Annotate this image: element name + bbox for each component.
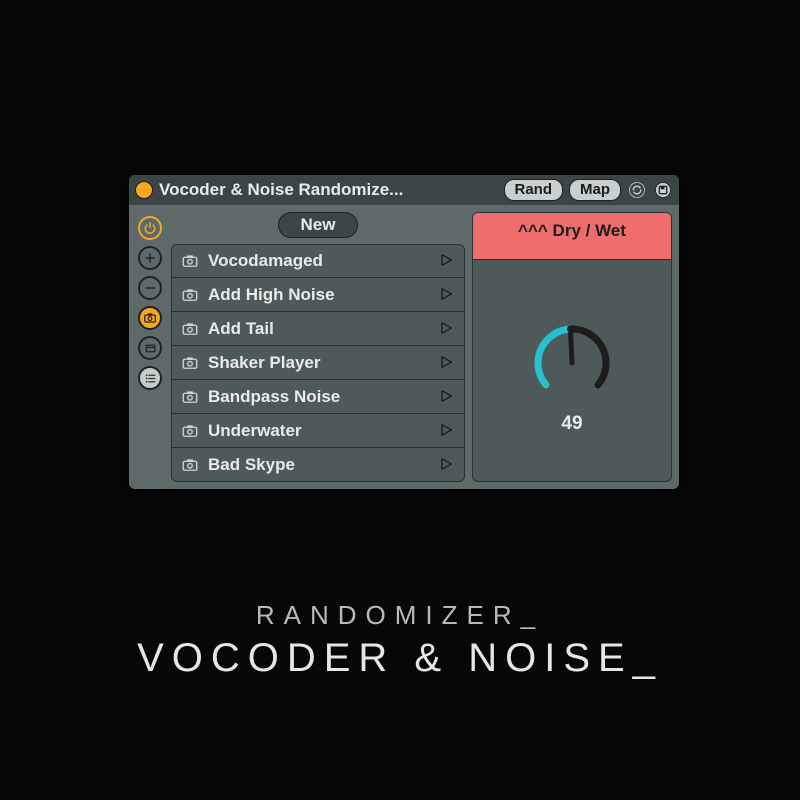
add-icon[interactable] bbox=[138, 246, 162, 270]
power-icon[interactable] bbox=[138, 216, 162, 240]
preset-label: Bad Skype bbox=[208, 455, 430, 475]
device-body: New Vocodamaged Add High Noise Add Tail Sha… bbox=[129, 205, 679, 489]
window-icon[interactable] bbox=[138, 336, 162, 360]
map-button[interactable]: Map bbox=[569, 179, 621, 201]
preset-label: Add Tail bbox=[208, 319, 430, 339]
snapshot-icon bbox=[180, 353, 200, 373]
preset-label: Bandpass Noise bbox=[208, 387, 430, 407]
caption-small: RANDOMIZER_ bbox=[0, 600, 800, 631]
sidebar bbox=[136, 212, 164, 482]
camera-icon[interactable] bbox=[138, 306, 162, 330]
preset-label: Vocodamaged bbox=[208, 251, 430, 271]
snapshot-icon bbox=[180, 285, 200, 305]
save-icon[interactable] bbox=[653, 180, 673, 200]
preset-row[interactable]: Add High Noise bbox=[171, 278, 465, 312]
preset-row[interactable]: Bad Skype bbox=[171, 448, 465, 482]
play-icon[interactable] bbox=[438, 354, 456, 372]
new-preset-button[interactable]: New bbox=[278, 212, 359, 238]
device-activator-dot[interactable] bbox=[135, 181, 153, 199]
device-title: Vocoder & Noise Randomize... bbox=[159, 180, 498, 200]
snapshot-icon bbox=[180, 319, 200, 339]
device-window: Vocoder & Noise Randomize... Rand Map bbox=[129, 175, 679, 489]
list-icon[interactable] bbox=[138, 366, 162, 390]
preset-list: Vocodamaged Add High Noise Add Tail Shaker … bbox=[171, 244, 465, 482]
title-bar: Vocoder & Noise Randomize... Rand Map bbox=[129, 175, 679, 205]
macro-header: ^^^ Dry / Wet bbox=[473, 213, 671, 260]
snapshot-icon bbox=[180, 421, 200, 441]
knob-area: 49 bbox=[473, 260, 671, 481]
preset-column: New Vocodamaged Add High Noise Add Tail Sha… bbox=[171, 212, 465, 482]
rand-button[interactable]: Rand bbox=[504, 179, 564, 201]
dry-wet-knob[interactable] bbox=[524, 315, 620, 411]
snapshot-icon bbox=[180, 455, 200, 475]
play-icon[interactable] bbox=[438, 388, 456, 406]
refresh-icon[interactable] bbox=[627, 180, 647, 200]
remove-icon[interactable] bbox=[138, 276, 162, 300]
macro-panel: ^^^ Dry / Wet 49 bbox=[472, 212, 672, 482]
dry-wet-value: 49 bbox=[561, 413, 582, 435]
play-icon[interactable] bbox=[438, 286, 456, 304]
play-icon[interactable] bbox=[438, 422, 456, 440]
preset-row[interactable]: Underwater bbox=[171, 414, 465, 448]
play-icon[interactable] bbox=[438, 252, 456, 270]
caption-big: VOCODER & NOISE_ bbox=[0, 636, 800, 681]
preset-row[interactable]: Vocodamaged bbox=[171, 244, 465, 278]
snapshot-icon bbox=[180, 251, 200, 271]
snapshot-icon bbox=[180, 387, 200, 407]
preset-label: Underwater bbox=[208, 421, 430, 441]
preset-label: Add High Noise bbox=[208, 285, 430, 305]
preset-row[interactable]: Shaker Player bbox=[171, 346, 465, 380]
play-icon[interactable] bbox=[438, 320, 456, 338]
preset-row[interactable]: Bandpass Noise bbox=[171, 380, 465, 414]
preset-label: Shaker Player bbox=[208, 353, 430, 373]
preset-row[interactable]: Add Tail bbox=[171, 312, 465, 346]
play-icon[interactable] bbox=[438, 456, 456, 474]
